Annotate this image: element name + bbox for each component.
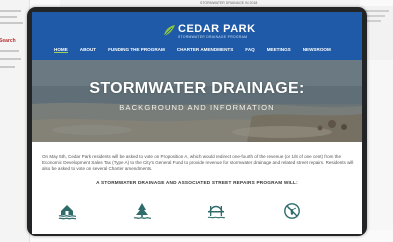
nav-home[interactable]: HOME (54, 47, 68, 53)
nav-faq[interactable]: FAQ (245, 47, 254, 53)
main-nav: HOME ABOUT FUNDING THE PROGRAM CHARTER A… (54, 47, 343, 53)
cedar-leaf-icon (163, 25, 175, 37)
program-heading: A STORMWATER DRAINAGE AND ASSOCIATED STR… (96, 180, 298, 185)
background-paper-left: Search (0, 0, 30, 242)
flooded-house-icon (58, 205, 76, 220)
nav-meetings[interactable]: MEETINGS (267, 47, 291, 53)
nav-about[interactable]: ABOUT (80, 47, 96, 53)
intro-paragraph: On May 5th, Cedar Park residents will be… (42, 154, 354, 172)
photo-scene: Search STORMWATER DRAINAGE IN 2018 CEDAR… (0, 0, 393, 242)
site-logo[interactable]: CEDAR PARK STORMWATER DRAINAGE PROGRAM (162, 20, 256, 42)
laptop-screen: CEDAR PARK STORMWATER DRAINAGE PROGRAM H… (32, 12, 362, 234)
no-mosquito-icon (284, 203, 300, 219)
rising-water-tree-icon (133, 203, 151, 219)
hero-subtitle: BACKGROUND AND INFORMATION (119, 103, 275, 112)
logo-name: CEDAR PARK (178, 22, 256, 35)
nav-charter-amendments[interactable]: CHARTER AMENDMENTS (177, 47, 233, 53)
background-paper-top-text: STORMWATER DRAINAGE IN 2018 (200, 1, 258, 5)
nav-newsroom[interactable]: NEWSROOM (303, 47, 331, 53)
flood-photo (32, 60, 362, 142)
site-header: CEDAR PARK STORMWATER DRAINAGE PROGRAM H… (32, 12, 362, 60)
hero-title: STORMWATER DRAINAGE: (89, 80, 305, 97)
background-paper-left-mark: Search (0, 38, 16, 44)
hero-banner: STORMWATER DRAINAGE: BACKGROUND AND INFO… (32, 60, 362, 142)
logo-subtitle: STORMWATER DRAINAGE PROGRAM (178, 34, 248, 39)
bridge-icon (207, 205, 225, 219)
program-icon-row (32, 202, 362, 234)
nav-funding[interactable]: FUNDING THE PROGRAM (108, 47, 165, 53)
